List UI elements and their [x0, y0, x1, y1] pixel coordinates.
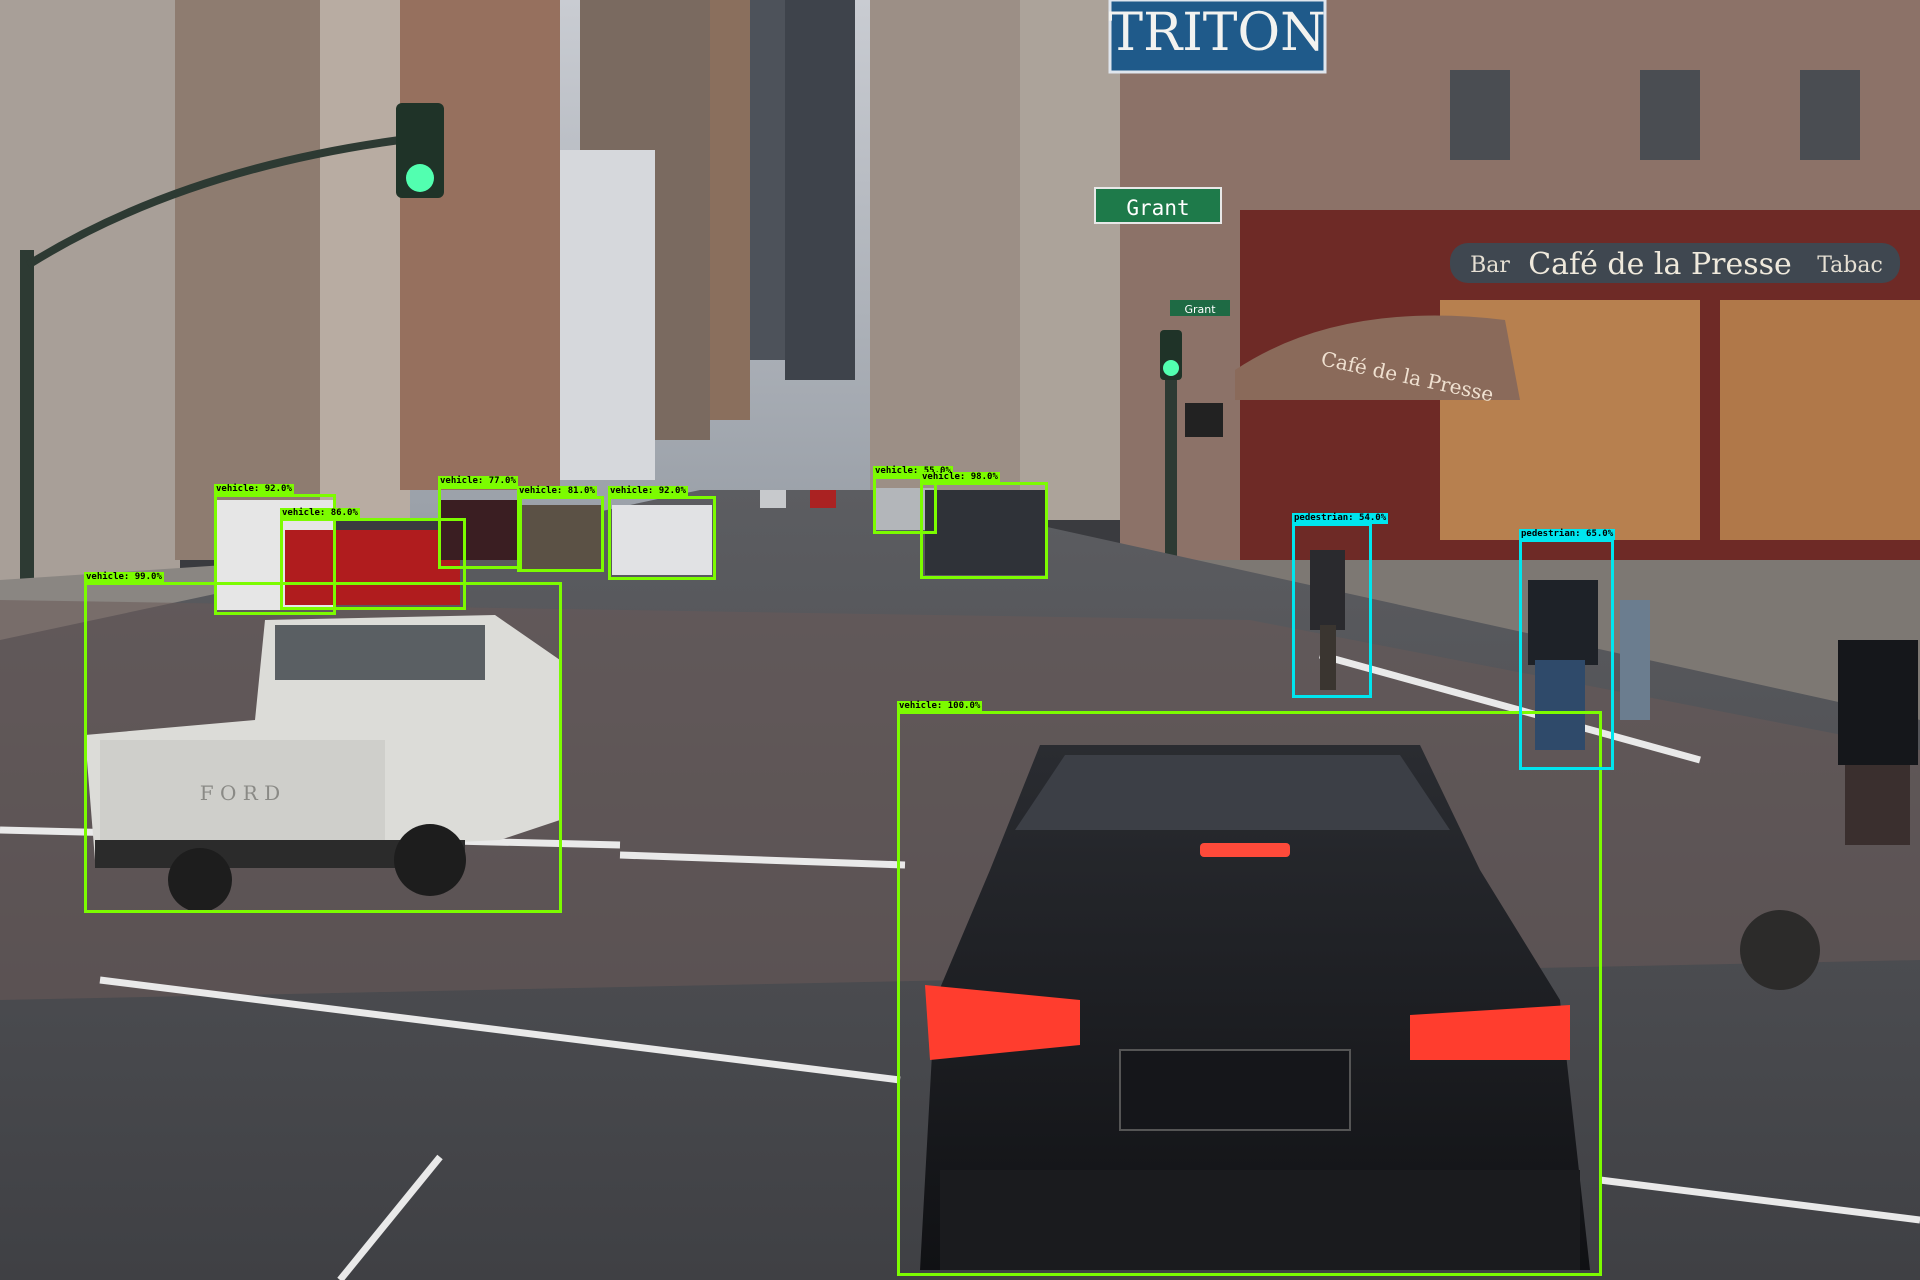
vehicle-detection-box: vehicle: 100.0%: [897, 701, 1602, 1276]
hotel-sign-text: TRITON: [1108, 3, 1325, 63]
green-signal: [1163, 360, 1179, 376]
pedestrian-signal: [1185, 403, 1223, 437]
detection-label: vehicle: 81.0%: [517, 486, 597, 497]
cafe-window: [1720, 300, 1920, 540]
green-signal: [406, 164, 434, 192]
cafe-sign-right: Tabac: [1817, 253, 1883, 278]
left-building: [175, 0, 325, 560]
vehicle-detection-box: vehicle: 99.0%: [84, 572, 562, 913]
left-building: [400, 0, 560, 490]
pedestrian-detection-box: pedestrian: 54.0%: [1292, 513, 1389, 698]
vehicle-detection-box: vehicle: 98.0%: [920, 472, 1048, 579]
street-sign-text: Grant: [1126, 196, 1189, 220]
vehicle-detection-box: vehicle: 81.0%: [517, 486, 604, 572]
detection-label: vehicle: 92.0%: [608, 486, 688, 497]
detection-label: pedestrian: 65.0%: [1519, 529, 1616, 540]
right-building: [1020, 0, 1130, 520]
detection-label: vehicle: 100.0%: [897, 701, 983, 712]
right-building: [870, 0, 1030, 500]
cafe-sign-text: Café de la Presse: [1528, 247, 1792, 282]
cafe-sign-left: Bar: [1470, 253, 1510, 278]
detection-label: vehicle: 86.0%: [280, 508, 360, 519]
detection-label: pedestrian: 54.0%: [1292, 513, 1389, 524]
distant-tower: [785, 0, 855, 380]
vehicle-detection-box: vehicle: 92.0%: [608, 486, 716, 580]
left-building: [320, 0, 410, 520]
pedestrian-detection-box: pedestrian: 65.0%: [1519, 529, 1616, 770]
detection-label: vehicle: 99.0%: [84, 572, 164, 583]
manhole-cover: [1740, 910, 1820, 990]
detection-label: vehicle: 77.0%: [438, 476, 518, 487]
detection-label: vehicle: 92.0%: [214, 484, 294, 495]
small-street-sign-text: Grant: [1184, 303, 1216, 316]
detection-label: vehicle: 98.0%: [920, 472, 1000, 483]
vehicle-detection-box: vehicle: 77.0%: [438, 476, 522, 569]
